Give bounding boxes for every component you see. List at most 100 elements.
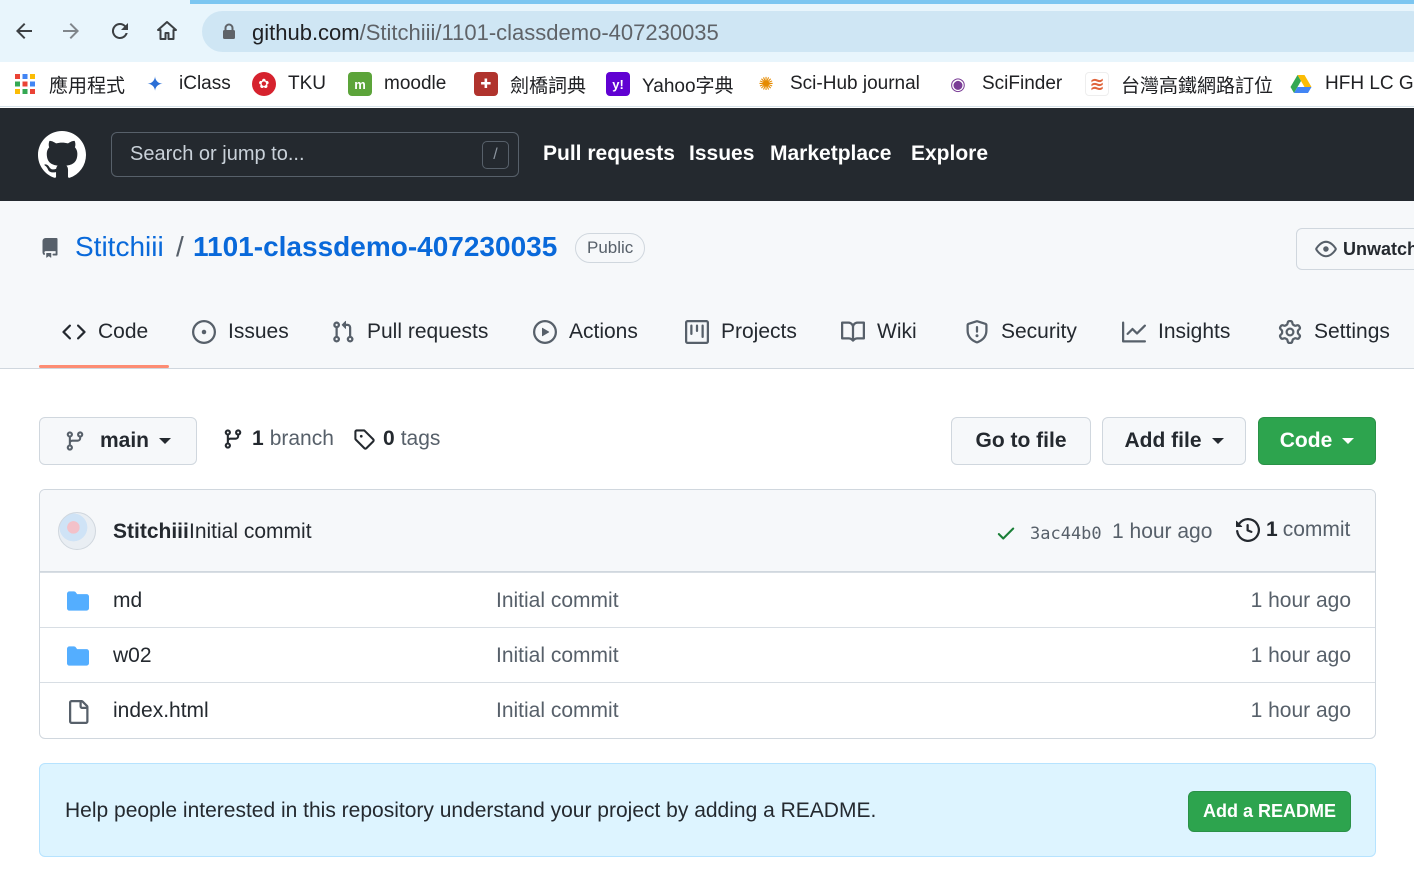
scihub-icon: ✺ bbox=[758, 73, 774, 94]
branch-icon bbox=[224, 429, 242, 449]
browser-toolbar: github.com/Stitchiii/1101-classdemo-4072… bbox=[0, 0, 1414, 62]
code-icon bbox=[62, 324, 86, 340]
eye-icon bbox=[1315, 240, 1337, 258]
bookmark-label: Sci-Hub journal bbox=[790, 73, 920, 94]
go-to-file-button[interactable]: Go to file bbox=[951, 417, 1091, 465]
back-arrow-icon bbox=[16, 23, 32, 39]
forward-button[interactable] bbox=[54, 14, 88, 48]
bookmark-yahoo[interactable]: y! Yahoo字典 bbox=[606, 68, 734, 100]
forward-arrow-icon bbox=[63, 23, 79, 39]
commit-message-link[interactable]: Initial commit bbox=[189, 520, 312, 544]
thsr-icon: ≋ bbox=[1085, 72, 1109, 96]
tab-actions[interactable]: Actions bbox=[533, 314, 638, 350]
unwatch-button[interactable]: Unwatch bbox=[1296, 228, 1414, 270]
table-row[interactable]: md Initial commit 1 hour ago bbox=[40, 572, 1375, 627]
bookmark-hfh[interactable]: HFH LC Gro bbox=[1289, 68, 1414, 100]
tags-link[interactable]: 0 tags bbox=[353, 427, 440, 451]
chevron-down-icon bbox=[159, 438, 172, 444]
file-commit-message[interactable]: Initial commit bbox=[496, 589, 619, 613]
bookmark-tku[interactable]: ✿ TKU bbox=[252, 68, 326, 100]
commit-time: 1 hour ago bbox=[1112, 520, 1213, 543]
search-input[interactable] bbox=[112, 133, 518, 176]
lock-icon bbox=[223, 23, 235, 39]
file-commit-message[interactable]: Initial commit bbox=[496, 699, 619, 723]
bookmark-thsr[interactable]: ≋ 台灣高鐵網路訂位 bbox=[1085, 68, 1273, 100]
commit-count-number: 1 bbox=[1266, 518, 1278, 541]
search-box[interactable]: / bbox=[111, 132, 519, 177]
github-logo-icon[interactable] bbox=[38, 131, 86, 184]
file-name-link[interactable]: index.html bbox=[113, 699, 209, 723]
check-icon[interactable] bbox=[995, 522, 1017, 544]
commit-sha-link[interactable]: 3ac44b0 bbox=[1030, 524, 1102, 544]
add-file-button[interactable]: Add file bbox=[1102, 417, 1246, 465]
home-button[interactable] bbox=[150, 14, 184, 48]
back-button[interactable] bbox=[7, 14, 41, 48]
branches-link[interactable]: 1 branch bbox=[222, 427, 334, 451]
file-name-link[interactable]: w02 bbox=[113, 644, 152, 668]
play-icon bbox=[533, 320, 557, 344]
nav-issues[interactable]: Issues bbox=[689, 142, 754, 166]
bookmark-cambridge[interactable]: ✚ 劍橋詞典 bbox=[474, 68, 586, 100]
nav-marketplace[interactable]: Marketplace bbox=[770, 142, 891, 166]
commit-author-link[interactable]: Stitchiii bbox=[113, 520, 189, 544]
nav-explore[interactable]: Explore bbox=[911, 142, 988, 166]
tku-icon: ✿ bbox=[252, 72, 276, 96]
file-name-link[interactable]: md bbox=[113, 589, 142, 613]
add-readme-button[interactable]: Add a README bbox=[1188, 791, 1351, 832]
branch-select-button[interactable]: main bbox=[39, 417, 197, 465]
address-bar[interactable]: github.com/Stitchiii/1101-classdemo-4072… bbox=[202, 11, 1414, 52]
avatar[interactable] bbox=[58, 512, 96, 550]
tab-settings[interactable]: Settings bbox=[1278, 314, 1390, 350]
scifinder-icon: ◉ bbox=[950, 73, 966, 94]
branch-word: branch bbox=[269, 427, 334, 450]
github-header: / Pull requests Issues Marketplace Explo… bbox=[0, 108, 1414, 201]
table-row[interactable]: index.html Initial commit 1 hour ago bbox=[40, 682, 1375, 737]
bookmark-iclass[interactable]: ✦ iClass bbox=[143, 68, 231, 100]
tab-label: Wiki bbox=[877, 320, 917, 343]
reload-button[interactable] bbox=[103, 14, 137, 48]
home-icon bbox=[157, 21, 177, 40]
commit-history-link[interactable]: 1 commit bbox=[1236, 518, 1350, 542]
tab-security[interactable]: Security bbox=[965, 314, 1077, 350]
tab-strip-edge bbox=[190, 0, 1414, 4]
bookmark-label: moodle bbox=[384, 73, 447, 94]
tab-insights[interactable]: Insights bbox=[1122, 314, 1230, 350]
tab-issues[interactable]: Issues bbox=[192, 314, 289, 350]
gear-icon bbox=[1278, 320, 1302, 344]
tab-code[interactable]: Code bbox=[62, 314, 148, 350]
file-commit-time: 1 hour ago bbox=[1250, 644, 1351, 667]
bookmark-label: iClass bbox=[179, 73, 231, 94]
repo-path-separator: / bbox=[176, 231, 184, 262]
history-icon bbox=[1236, 518, 1260, 542]
code-button-label: Code bbox=[1279, 429, 1333, 452]
file-commit-time: 1 hour ago bbox=[1250, 699, 1351, 722]
active-tab-indicator bbox=[39, 365, 169, 368]
tab-pull-requests[interactable]: Pull requests bbox=[331, 314, 488, 350]
bookmark-label: 台灣高鐵網路訂位 bbox=[1121, 75, 1274, 97]
bookmark-scihub[interactable]: ✺ Sci-Hub journal bbox=[754, 68, 920, 100]
bookmark-scifinder[interactable]: ◉ SciFinder bbox=[946, 68, 1062, 100]
moodle-icon: m bbox=[348, 72, 372, 96]
file-commit-message[interactable]: Initial commit bbox=[496, 644, 619, 668]
tab-label: Settings bbox=[1314, 320, 1390, 343]
tab-label: Actions bbox=[569, 320, 638, 343]
graph-icon bbox=[1122, 321, 1146, 343]
nav-pull-requests[interactable]: Pull requests bbox=[543, 142, 675, 166]
repo-owner-link[interactable]: Stitchiii bbox=[75, 231, 164, 263]
tab-wiki[interactable]: Wiki bbox=[841, 314, 917, 350]
bookmark-label: TKU bbox=[288, 73, 326, 94]
project-icon bbox=[685, 320, 709, 344]
cambridge-icon: ✚ bbox=[474, 72, 498, 96]
issue-icon bbox=[192, 320, 216, 344]
bookmark-moodle[interactable]: m moodle bbox=[348, 68, 446, 100]
repo-name-link[interactable]: 1101-classdemo-407230035 bbox=[193, 231, 557, 263]
search-shortcut-badge: / bbox=[482, 141, 509, 169]
tag-word: tags bbox=[400, 427, 441, 450]
bookmark-apps[interactable]: 應用程式 bbox=[13, 68, 125, 100]
tab-projects[interactable]: Projects bbox=[685, 314, 797, 350]
url-path: /Stitchiii/1101-classdemo-407230035 bbox=[359, 20, 719, 45]
code-button[interactable]: Code bbox=[1258, 417, 1376, 465]
url-host: github.com bbox=[252, 20, 360, 45]
bookmark-label: SciFinder bbox=[982, 73, 1063, 94]
table-row[interactable]: w02 Initial commit 1 hour ago bbox=[40, 627, 1375, 682]
